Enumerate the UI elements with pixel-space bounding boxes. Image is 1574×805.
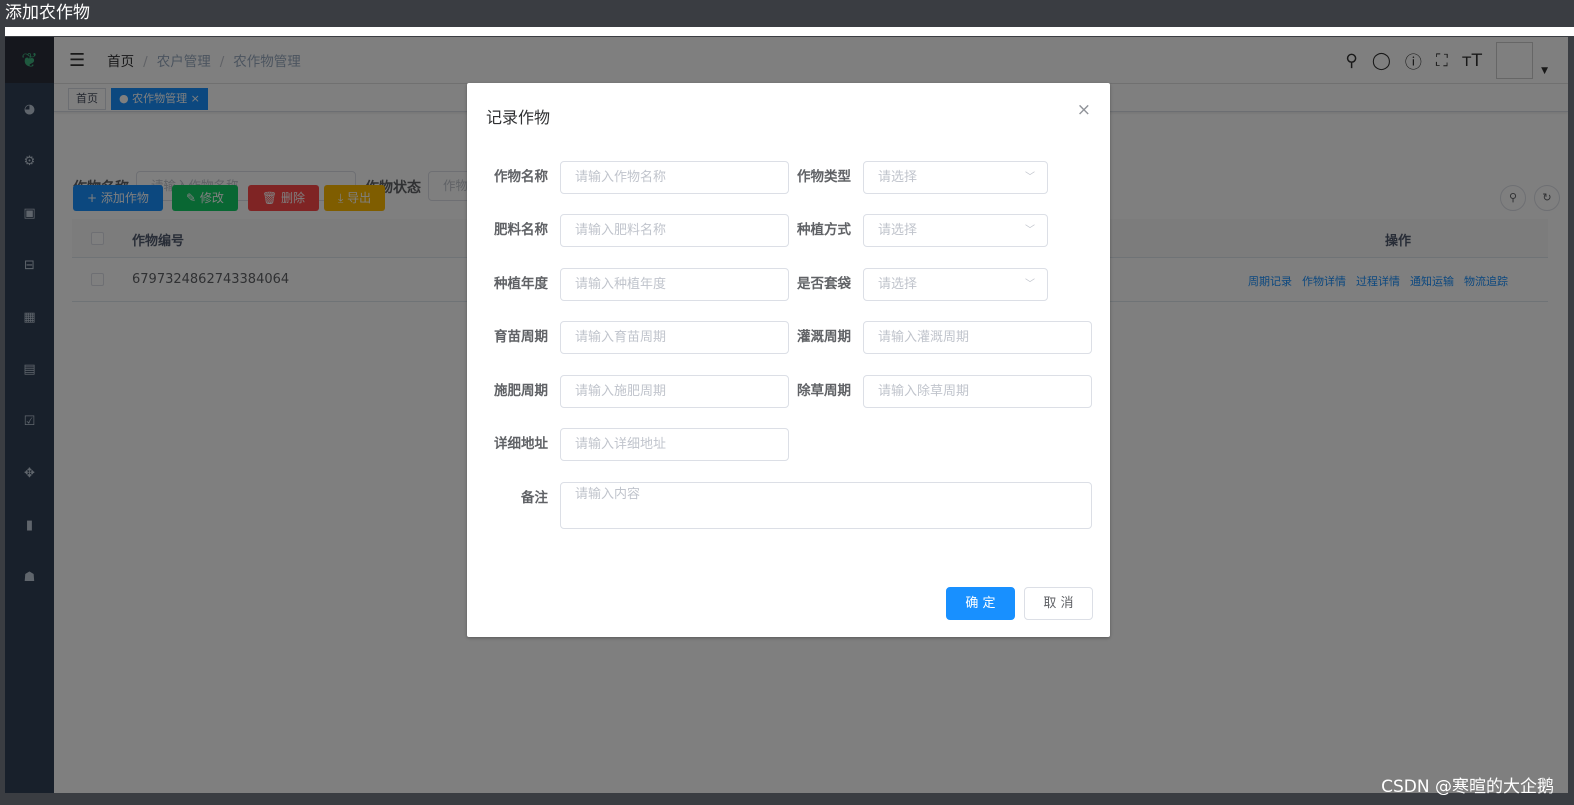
cancel-button[interactable]: 取 消: [1024, 587, 1093, 620]
browser-strip: [5, 27, 1574, 36]
bottom-bar: [0, 793, 1574, 805]
fertilizer-name-input[interactable]: 请输入肥料名称: [560, 214, 789, 247]
chevron-down-icon: ﹀: [1025, 225, 1035, 236]
window-title: 添加农作物: [0, 0, 1574, 27]
confirm-button[interactable]: 确 定: [946, 587, 1015, 620]
field-label: 作物类型: [797, 169, 851, 185]
crop-name-input[interactable]: 请输入作物名称: [560, 161, 789, 194]
chevron-down-icon: ﹀: [1025, 279, 1035, 290]
planting-method-select[interactable]: 请选择 ﹀: [863, 214, 1048, 247]
fertilizing-cycle-input[interactable]: 请输入施肥周期: [560, 375, 789, 408]
field-label: 育苗周期: [494, 329, 548, 345]
field-label: 是否套袋: [797, 276, 851, 292]
field-label: 施肥周期: [494, 383, 548, 399]
watermark: CSDN @寒暄的大企鹅: [1381, 777, 1554, 797]
bagging-select[interactable]: 请选择 ﹀: [863, 268, 1048, 301]
field-label: 灌溉周期: [797, 329, 851, 345]
crop-type-select[interactable]: 请选择 ﹀: [863, 161, 1048, 194]
planting-year-input[interactable]: 请输入种植年度: [560, 268, 789, 301]
address-input[interactable]: 请输入详细地址: [560, 428, 789, 461]
dialog-title: 记录作物: [486, 108, 551, 127]
irrigation-cycle-input[interactable]: 请输入灌溉周期: [863, 321, 1092, 354]
remark-textarea[interactable]: 请输入内容: [560, 482, 1092, 529]
record-crop-dialog: 记录作物 × 作物名称 请输入作物名称 作物类型 请选择 ﹀ 肥料名称 请输入肥料…: [467, 83, 1110, 637]
field-label: 作物名称: [494, 169, 548, 185]
field-label: 种植方式: [797, 222, 851, 238]
weeding-cycle-input[interactable]: 请输入除草周期: [863, 375, 1092, 408]
close-icon[interactable]: ×: [1077, 100, 1091, 120]
chevron-down-icon: ﹀: [1025, 172, 1035, 183]
field-label: 种植年度: [494, 276, 548, 292]
field-label: 肥料名称: [494, 222, 548, 238]
field-label: 备注: [521, 490, 548, 506]
seedling-cycle-input[interactable]: 请输入育苗周期: [560, 321, 789, 354]
field-label: 除草周期: [797, 383, 851, 399]
field-label: 详细地址: [494, 436, 548, 452]
